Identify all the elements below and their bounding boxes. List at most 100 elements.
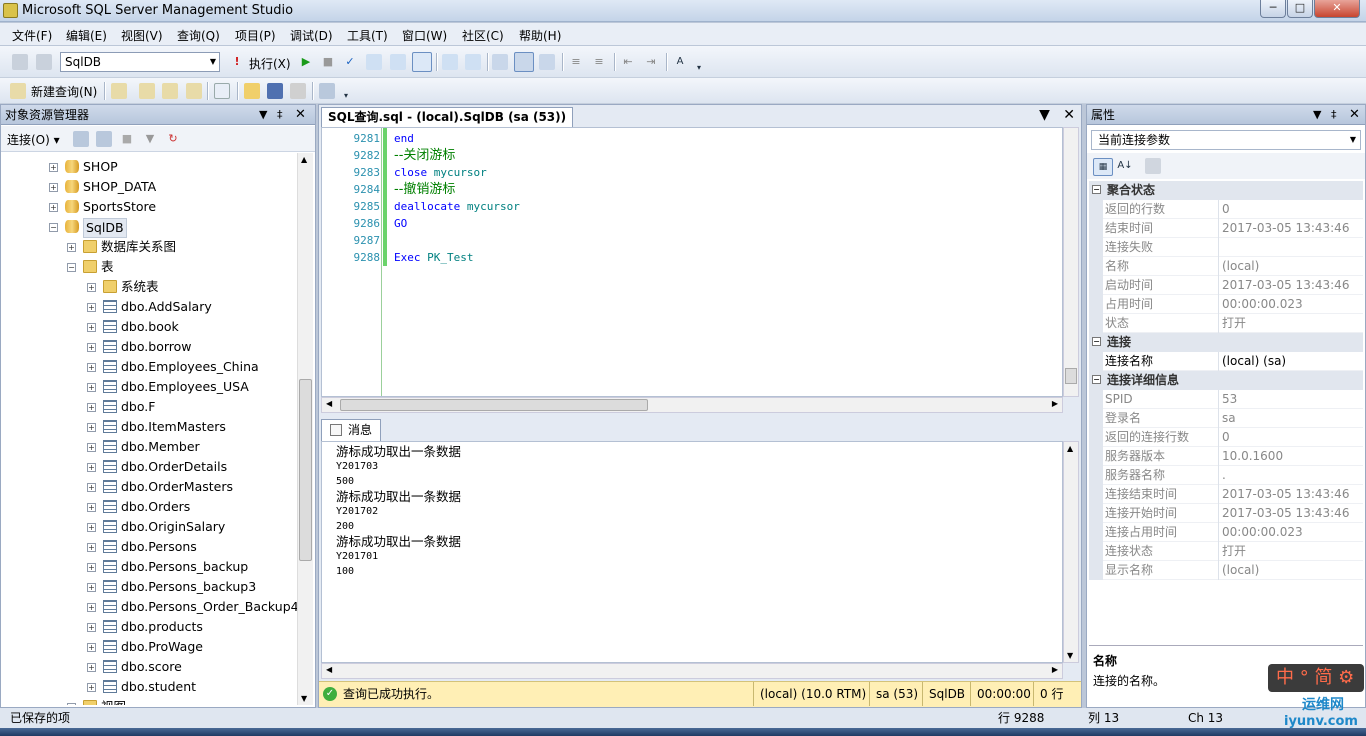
collapse-icon[interactable]: − [49,223,58,232]
expand-icon[interactable]: + [87,483,96,492]
expand-icon[interactable]: + [87,463,96,472]
tree-node[interactable]: + dbo.Persons [1,537,297,557]
messages-horizontal-scrollbar[interactable]: ◀ ▶ [321,663,1063,679]
property-row[interactable]: 连接失败 [1089,238,1363,257]
property-category[interactable]: − 连接 [1089,333,1363,352]
code-line[interactable]: end [394,130,414,147]
messages-vertical-scrollbar[interactable]: ▲ ▼ [1063,441,1079,663]
property-row[interactable]: 返回的连接行数 0 [1089,428,1363,447]
close-button[interactable]: ✕ [1314,0,1360,18]
menu-tools[interactable]: 工具(T) [347,27,388,44]
new-query-button[interactable]: 新建查询(N) [31,83,97,100]
pin-icon[interactable]: ‡ [1331,105,1337,125]
new-file-icon[interactable] [214,83,230,99]
property-pages-icon[interactable] [1145,158,1161,174]
connect-icon[interactable] [12,54,28,70]
menu-help[interactable]: 帮助(H) [519,27,561,44]
close-tab-icon[interactable]: ✕ [1063,107,1075,123]
code-line[interactable]: GO [394,215,407,232]
code-line[interactable]: close mycursor [394,164,487,181]
messages-tab[interactable]: 消息 [321,419,382,441]
tree-node[interactable]: + dbo.Employees_USA [1,377,297,397]
menu-view[interactable]: 视图(V) [121,27,163,44]
property-row[interactable]: 名称 (local) [1089,257,1363,276]
scroll-right-icon[interactable]: ▶ [1052,399,1058,408]
property-row[interactable]: 登录名 sa [1089,409,1363,428]
pin-icon[interactable]: ‡ [277,105,283,125]
connect-explorer-icon[interactable] [73,131,89,147]
activity-monitor-icon[interactable] [319,83,335,99]
tree-node[interactable]: − 表 [1,257,297,277]
property-row[interactable]: 占用时间 00:00:00.023 [1089,295,1363,314]
uncomment-icon[interactable]: ≡ [591,54,607,70]
expand-icon[interactable]: + [87,303,96,312]
minimize-button[interactable]: ─ [1260,0,1286,18]
refresh-icon[interactable]: ↻ [165,131,181,147]
tree-node[interactable]: + dbo.Persons_backup [1,557,297,577]
open-folder-icon[interactable] [244,83,260,99]
tree-node[interactable]: + 系统表 [1,277,297,297]
expand-icon[interactable]: + [87,623,96,632]
tree-node[interactable]: + dbo.borrow [1,337,297,357]
expand-icon[interactable]: + [87,323,96,332]
parse-check-icon[interactable]: ✓ [342,54,358,70]
property-row[interactable]: 连接开始时间 2017-03-05 13:43:46 [1089,504,1363,523]
expand-icon[interactable]: + [87,383,96,392]
execute-button[interactable]: 执行(X) [249,55,291,72]
tree-node[interactable]: + dbo.Orders [1,497,297,517]
menu-community[interactable]: 社区(C) [462,27,504,44]
tree-node[interactable]: + dbo.Persons_backup3 [1,577,297,597]
scroll-thumb[interactable] [340,399,648,411]
close-panel-icon[interactable]: ✕ [1349,105,1360,125]
expand-icon[interactable]: + [87,523,96,532]
results-grid-icon[interactable] [514,52,534,72]
tree-node[interactable]: + dbo.products [1,617,297,637]
tree-node[interactable]: + dbo.Persons_Order_Backup4 [1,597,297,617]
disconnect-icon[interactable] [96,131,112,147]
expand-icon[interactable]: + [87,403,96,412]
properties-object-select[interactable]: 当前连接参数 ▼ [1091,130,1361,150]
scroll-thumb[interactable] [1065,368,1077,384]
results-file-icon[interactable] [539,54,555,70]
property-row[interactable]: SPID 53 [1089,390,1363,409]
db-engine-query-icon[interactable] [111,83,127,99]
expand-icon[interactable]: + [67,703,76,705]
tree-node[interactable]: + SHOP_DATA [1,177,297,197]
collapse-icon[interactable]: − [1092,185,1101,194]
tree-node[interactable]: + dbo.OrderMasters [1,477,297,497]
property-row[interactable]: 连接占用时间 00:00:00.023 [1089,523,1363,542]
menu-project[interactable]: 项目(P) [235,27,276,44]
tree-node[interactable]: + dbo.ItemMasters [1,417,297,437]
expand-icon[interactable]: + [87,683,96,692]
categorized-icon[interactable]: ▦ [1093,158,1113,176]
display-plan-icon[interactable] [366,54,382,70]
analysis-query-icon[interactable] [139,83,155,99]
tree-node[interactable]: + dbo.ProWage [1,637,297,657]
scroll-left-icon[interactable]: ◀ [326,399,332,408]
tree-node[interactable]: + 视图 [1,697,297,705]
expand-icon[interactable]: + [87,503,96,512]
property-row[interactable]: 连接状态 打开 [1089,542,1363,561]
code-line[interactable]: --关闭游标 [394,147,455,164]
editor-vertical-scrollbar[interactable] [1063,127,1079,397]
property-row[interactable]: 显示名称 (local) [1089,561,1363,580]
xmla-query-icon[interactable] [186,83,202,99]
property-row[interactable]: 结束时间 2017-03-05 13:43:46 [1089,219,1363,238]
close-panel-icon[interactable]: ✕ [295,105,306,125]
menu-file[interactable]: 文件(F) [12,27,52,44]
expand-icon[interactable]: + [49,183,58,192]
results-text-icon[interactable] [492,54,508,70]
expand-icon[interactable]: + [87,423,96,432]
scroll-up-icon[interactable]: ▲ [301,155,307,164]
code-line[interactable]: --撤销游标 [394,181,455,198]
scroll-down-icon[interactable]: ▼ [1067,651,1073,660]
editor-horizontal-scrollbar[interactable]: ◀ ▶ [321,397,1063,413]
object-explorer-scrollbar[interactable]: ▲ ▼ [297,153,313,705]
property-row[interactable]: 服务器名称. [1089,466,1363,485]
property-category[interactable]: − 聚合状态 [1089,181,1363,200]
panel-menu-icon[interactable]: ▼ [259,105,267,125]
property-row[interactable]: 返回的行数 0 [1089,200,1363,219]
save-icon[interactable] [267,83,283,99]
scroll-right-icon[interactable]: ▶ [1052,665,1058,674]
expand-icon[interactable]: + [87,443,96,452]
